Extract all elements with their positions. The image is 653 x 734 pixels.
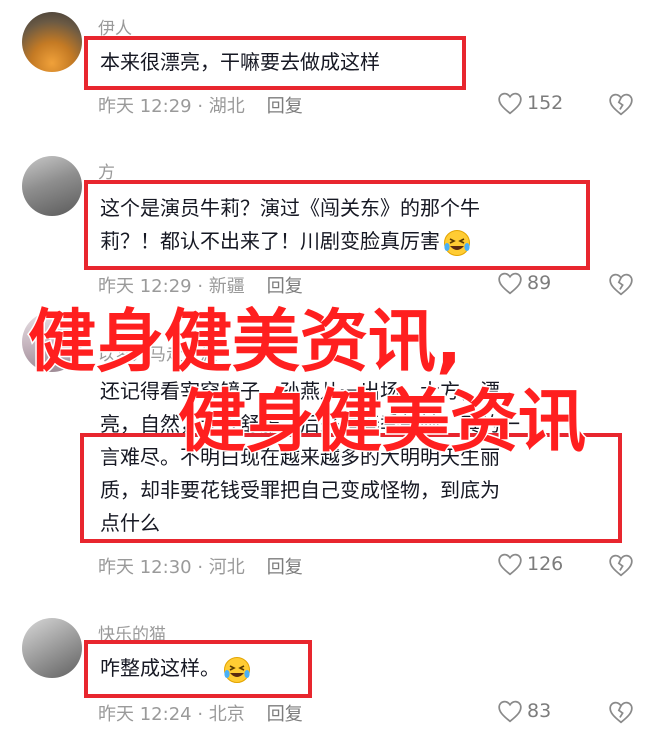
comment-text: 本来很漂亮，干嘛要去做成这样 [84, 36, 466, 90]
like-button[interactable]: 152 [497, 91, 563, 115]
highlight-frame [80, 433, 622, 543]
avatar[interactable] [22, 312, 82, 372]
like-count: 83 [527, 700, 552, 722]
like-button[interactable]: 126 [497, 552, 563, 576]
reply-button[interactable]: 回复 [267, 96, 303, 117]
avatar[interactable] [22, 12, 82, 72]
heart-icon [498, 272, 522, 295]
heart-icon [498, 553, 522, 576]
grinning-squint-tears-emoji [444, 229, 470, 256]
comment-text-line: 这个是演员牛莉？演过《闯关东》的那个牛 [100, 196, 480, 220]
like-count: 126 [527, 553, 564, 575]
comment-text-line: 本来很漂亮，干嘛要去做成这样 [100, 50, 380, 74]
comment-time-location: 昨天 12:29 · 湖北 [98, 96, 245, 117]
comment-time-location: 昨天 12:24 · 北京 [98, 704, 245, 725]
comment-username[interactable]: 以梦为马走天涯 [98, 340, 217, 365]
heart-icon [498, 92, 522, 115]
comment-meta: 昨天 12:29 · 新疆 回复 [98, 272, 303, 298]
comment-time-location: 昨天 12:30 · 河北 [98, 557, 245, 578]
like-count: 152 [527, 92, 564, 114]
like-button[interactable]: 89 [497, 271, 551, 295]
like-button[interactable]: 83 [497, 699, 551, 723]
dislike-icon[interactable] [608, 272, 634, 296]
comment-time-location: 昨天 12:29 · 新疆 [98, 276, 245, 297]
like-count: 89 [527, 272, 552, 294]
reply-button[interactable]: 回复 [267, 276, 303, 297]
comment-text: 这个是演员牛莉？演过《闯关东》的那个牛 莉？！都认不出来了！川剧变脸真厉害 [84, 180, 590, 270]
comment-text: 咋整成这样。 [84, 640, 312, 698]
comment-text-line: 莉？！都认不出来了！川剧变脸真厉害 [100, 229, 440, 253]
reply-button[interactable]: 回复 [267, 557, 303, 578]
grinning-squint-tears-emoji [224, 656, 250, 683]
comment-meta: 昨天 12:24 · 北京 回复 [98, 700, 303, 726]
comment-meta: 昨天 12:30 · 河北 回复 [98, 553, 303, 579]
comment-text-line: 还记得看宰穿镜子，孙燕儿一出场，大方，漂 [100, 379, 500, 403]
dislike-icon[interactable] [608, 700, 634, 724]
dislike-icon[interactable] [608, 553, 634, 577]
dislike-icon[interactable] [608, 92, 634, 116]
comment-meta: 昨天 12:29 · 湖北 回复 [98, 92, 303, 118]
comment-text-line: 咋整成这样。 [100, 656, 220, 680]
avatar[interactable] [22, 618, 82, 678]
heart-icon [498, 700, 522, 723]
avatar[interactable] [22, 156, 82, 216]
reply-button[interactable]: 回复 [267, 704, 303, 725]
